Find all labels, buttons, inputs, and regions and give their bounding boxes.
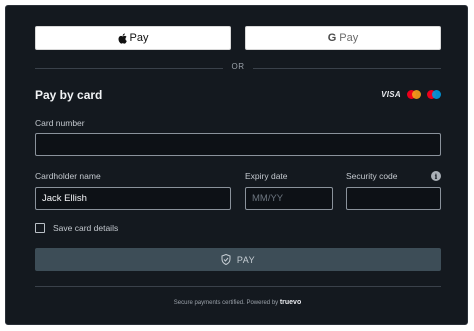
truevo-logo: truevo	[279, 299, 302, 306]
security-code-label: Security code	[346, 171, 398, 181]
cardholder-name-label: Cardholder name	[35, 171, 101, 181]
info-icon[interactable]: i	[431, 171, 441, 181]
security-code-input[interactable]	[346, 187, 441, 210]
shield-check-icon	[221, 254, 231, 265]
apple-pay-button[interactable]: Pay	[35, 26, 231, 50]
expiry-date-label: Expiry date	[245, 171, 288, 181]
cardholder-name-input[interactable]: Jack Ellish	[35, 187, 231, 210]
pay-button[interactable]: PAY	[35, 248, 441, 271]
google-icon: G	[327, 32, 337, 44]
divider-line-right	[253, 68, 441, 69]
apple-icon	[118, 32, 127, 44]
save-card-checkbox[interactable]	[35, 223, 45, 233]
divider-line-left	[35, 68, 223, 69]
card-number-input[interactable]	[35, 133, 441, 156]
or-label: OR	[231, 62, 245, 71]
maestro-logo	[427, 90, 441, 99]
apple-pay-label: Pay	[129, 32, 149, 44]
expiry-date-input[interactable]: MM/YY	[245, 187, 333, 210]
visa-logo: VISA	[381, 90, 401, 99]
google-pay-button[interactable]: G Pay	[245, 26, 441, 50]
footer-text: Secure payments certified. Powered by	[173, 300, 279, 306]
mastercard-logo	[407, 90, 421, 99]
pay-button-label: PAY	[236, 254, 256, 265]
footer-divider	[35, 286, 441, 287]
footer: Secure payments certified. Powered by tr…	[6, 299, 469, 306]
google-pay-label: Pay	[339, 32, 359, 44]
card-number-label: Card number	[35, 118, 85, 128]
payment-form: Pay G Pay OR Pay by card VISA Card numbe…	[5, 5, 468, 325]
card-brand-logos: VISA	[381, 90, 441, 99]
or-divider: OR	[35, 62, 441, 74]
save-card-label[interactable]: Save card details	[53, 223, 118, 233]
pay-by-card-title: Pay by card	[35, 88, 103, 102]
